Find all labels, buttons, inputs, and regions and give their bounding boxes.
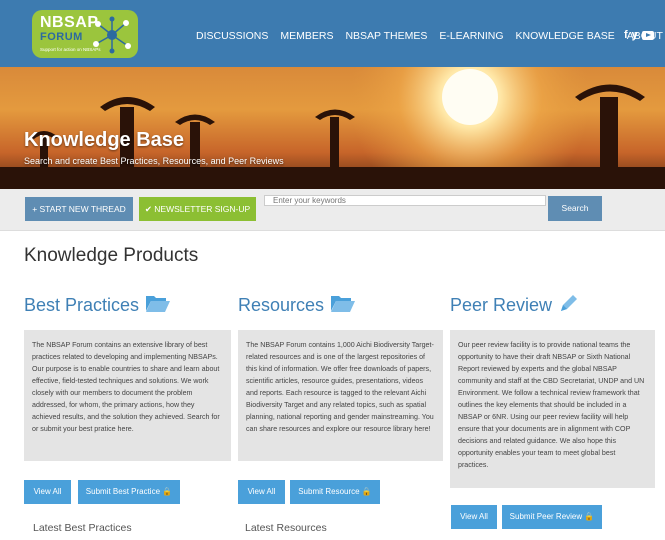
peer-review-header: Peer Review: [450, 293, 655, 317]
logo-line2: FORUM: [40, 31, 83, 43]
top-header: NBSAP FORUM Support for action on NBSAPs…: [0, 0, 665, 67]
latest-resources-heading: Latest Resources: [245, 522, 327, 534]
newsletter-signup-button[interactable]: ✔ NEWSLETTER SIGN-UP: [139, 197, 256, 221]
page-title: Knowledge Products: [24, 245, 199, 266]
start-new-thread-button[interactable]: + START NEW THREAD: [25, 197, 133, 221]
peer-review-view-all-button[interactable]: View All: [451, 505, 497, 529]
nav-members[interactable]: MEMBERS: [280, 30, 333, 42]
main-nav: DISCUSSIONS MEMBERS NBSAP THEMES E-LEARN…: [196, 30, 665, 42]
resources-view-all-button[interactable]: View All: [238, 480, 285, 504]
resources-title[interactable]: Resources: [238, 295, 324, 316]
search-button[interactable]: Search: [548, 196, 602, 221]
nav-e-learning[interactable]: E-LEARNING: [439, 30, 503, 42]
nav-nbsap-themes[interactable]: NBSAP THEMES: [345, 30, 427, 42]
hero-title: Knowledge Base: [24, 129, 185, 151]
nbsap-forum-logo[interactable]: NBSAP FORUM Support for action on NBSAPs: [32, 10, 138, 58]
folder-open-icon: [145, 293, 171, 318]
peer-review-title[interactable]: Peer Review: [450, 295, 552, 316]
best-practices-title[interactable]: Best Practices: [24, 295, 139, 316]
resources-header: Resources: [238, 293, 443, 317]
best-practices-description: The NBSAP Forum contains an extensive li…: [24, 330, 231, 461]
facebook-icon[interactable]: f: [624, 29, 628, 41]
submit-best-practice-button[interactable]: Submit Best Practice 🔒: [78, 480, 180, 504]
hero-banner: Knowledge Base Search and create Best Pr…: [0, 67, 665, 189]
latest-best-practices-heading: Latest Best Practices: [33, 522, 132, 534]
pencil-icon: [558, 292, 580, 319]
youtube-icon[interactable]: [641, 31, 654, 40]
resources-description: The NBSAP Forum contains 1,000 Aichi Bio…: [238, 330, 443, 461]
twitter-icon[interactable]: y: [632, 29, 638, 41]
nav-discussions[interactable]: DISCUSSIONS: [196, 30, 268, 42]
peer-review-description: Our peer review facility is to provide n…: [450, 330, 655, 488]
hero-subtitle: Search and create Best Practices, Resour…: [24, 156, 284, 166]
nav-knowledge-base[interactable]: KNOWLEDGE BASE: [516, 30, 615, 42]
search-input[interactable]: [264, 195, 546, 206]
folder-open-icon: [330, 293, 356, 318]
submit-peer-review-button[interactable]: Submit Peer Review 🔒: [502, 505, 602, 529]
sunset-baobab-image: [0, 67, 665, 189]
best-practices-header: Best Practices: [24, 293, 229, 317]
submit-resource-button[interactable]: Submit Resource 🔒: [290, 480, 380, 504]
social-links: f y: [624, 29, 654, 41]
logo-network-icon: [93, 16, 131, 54]
best-practices-view-all-button[interactable]: View All: [24, 480, 71, 504]
